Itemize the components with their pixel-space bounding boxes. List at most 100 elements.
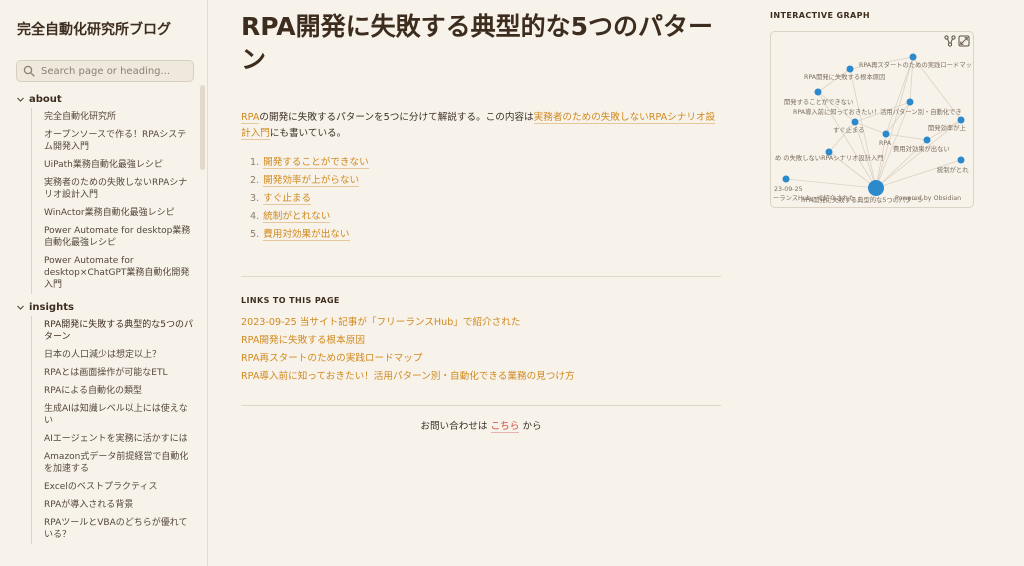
graph-node-label: 費用対効果が出ない [893,144,950,153]
folder-label: about [29,93,62,105]
search-box[interactable] [16,60,194,82]
graph-controls [944,35,970,47]
graph-canvas[interactable]: RPA再スタートのための実践ロードマップ RPA開発に失敗する根本原因開発すること… [771,32,974,208]
graph-node[interactable] [882,130,890,138]
list-link[interactable]: 開発効率が上がらない [263,175,360,187]
graph-edge [817,91,856,123]
backlink-item: RPA開発に失敗する根本原因 [241,332,575,350]
sidebar-item[interactable]: Power Automate for desktop業務自動化最強レシピ [44,222,194,252]
folder-about[interactable]: about [0,90,200,108]
sidebar-item[interactable]: RPAとは画面操作が可能なETL [44,364,194,382]
graph-footer-label: Powered by Obsidian [895,195,961,202]
sidebar-item[interactable]: RPA開発に失敗する典型的な5つのパターン [44,316,194,346]
graph-node[interactable] [906,98,914,106]
page-title: RPA開発に失敗する典型的な5つのパターン [241,12,714,74]
list-number: 4. [250,211,260,222]
footer: お問い合わせは こちら から [241,418,721,433]
list-item: 2. 開発効率が上がらない [250,172,369,190]
graph-edge [885,101,911,135]
sidebar-item[interactable]: RPAツールとVBAのどちらが優れている？ [44,514,194,544]
site-title[interactable]: 完全自動化研究所ブログ [17,19,171,39]
footer-prefix: お問い合わせは [420,421,488,432]
sidebar-item[interactable]: Excelのベストプラクティス [44,478,194,496]
sidebar-item[interactable]: 生成AIは知識レベル以上には使えない [44,400,194,430]
list-number: 1. [250,157,260,168]
graph-node-label: め の失敗しないRPAシナリオ設計入門 [775,153,884,162]
global-graph-icon[interactable] [944,35,956,47]
graph-node-label: 23-09-25 [774,186,803,193]
backlink[interactable]: RPA再スタートのための実践ロードマップ [241,353,423,364]
sidebar-item[interactable]: UiPath業務自動化最強レシピ [44,156,194,174]
graph-node[interactable] [782,175,790,183]
graph-node-label: RPA [879,140,892,147]
contact-link[interactable]: こちら [490,421,520,433]
folder-items: 完全自動化研究所 オープンソースで作る！RPAシステム開発入門 UiPath業務自動… [31,108,200,294]
graph-edge [875,159,962,189]
graph-title: INTERACTIVE GRAPH [770,11,870,20]
graph-node[interactable] [868,180,884,196]
backlink-item: 2023-09-25 当サイト記事が「フリーランスHub」で紹介された [241,314,575,332]
sidebar-item[interactable]: Power Automate for desktop×ChatGPT業務自動化開… [44,252,194,294]
graph-node[interactable] [923,136,931,144]
list-item: 3. すぐ止まる [250,190,369,208]
list-link[interactable]: すぐ止まる [263,193,312,205]
sidebar-item[interactable]: オープンソースで作る！RPAシステム開発入門 [44,126,194,156]
footer-suffix: から [522,421,542,432]
folder-items: RPA開発に失敗する典型的な5つのパターン 日本の人口減少は想定以上？ RPAとは画… [31,316,200,544]
graph-node[interactable] [909,53,917,61]
graph-node[interactable] [957,156,965,164]
list-link[interactable]: 費用対効果が出ない [263,229,350,241]
divider [241,276,721,277]
backlink-item: RPA導入前に知っておきたい！活用パターン別・自動化できる業務の見つけ方 [241,368,575,386]
sidebar-item[interactable]: AIエージェントを実務に活かすには [44,430,194,448]
graph-node-label: すぐ止まる [833,125,864,134]
chevron-down-icon [17,305,24,310]
graph-node[interactable] [851,118,859,126]
graph-node-label: 統制がとれ [937,165,969,174]
backlink-item: RPA再スタートのための実践ロードマップ [241,350,575,368]
backlink[interactable]: RPA開発に失敗する根本原因 [241,335,365,346]
search-icon [23,65,35,77]
list-item: 1. 開発することができない [250,154,369,172]
expand-graph-icon[interactable] [958,35,970,47]
backlinks-title: LINKS TO THIS PAGE [241,296,340,305]
graph-node-label: 開発することができない [784,97,853,106]
graph-node[interactable] [846,65,854,73]
sidebar-item[interactable]: Amazon式データ前提経営で自動化を加速する [44,448,194,478]
list-item: 5. 費用対効果が出ない [250,226,369,244]
graph-node[interactable] [957,116,965,124]
intro-link-rpa[interactable]: RPA [241,112,260,124]
graph-node[interactable] [814,88,822,96]
intro-text-2: にも書いている。 [269,128,347,139]
sidebar-item[interactable]: 完全自動化研究所 [44,108,194,126]
interactive-graph[interactable]: RPA再スタートのための実践ロードマップ RPA開発に失敗する根本原因 開発すること… [770,31,974,208]
sidebar-item[interactable]: 日本の人口減少は想定以上？ [44,346,194,364]
list-link[interactable]: 統制がとれない [263,211,331,223]
sidebar-item[interactable]: 実務者のための失敗しないRPAシナリオ設計入門 [44,174,194,204]
sidebar-item[interactable]: RPAが導入される背景 [44,496,194,514]
divider [241,405,721,406]
sidebar-scrollbar[interactable] [200,85,205,170]
intro-paragraph: RPAの開発に失敗するパターンを5つに分けて解説する。この内容は実務者のための失… [241,110,721,142]
graph-node-label: RPA導入前に知っておきたい！活用パターン別・自動化でき [793,107,962,116]
sidebar-item[interactable]: RPAによる自動化の類型 [44,382,194,400]
list-number: 3. [250,193,260,204]
sidebar-item[interactable]: WinActor業務自動化最強レシピ [44,204,194,222]
search-input[interactable] [41,65,181,77]
backlink[interactable]: 2023-09-25 当サイト記事が「フリーランスHub」で紹介された [241,317,520,328]
chevron-down-icon [17,97,24,102]
list-link[interactable]: 開発することができない [263,157,369,169]
graph-node-label: 開発効率が上 [928,123,966,132]
graph-edge [885,133,928,141]
folder-label: insights [29,301,74,313]
graph-edge [817,91,877,189]
list-number: 5. [250,229,260,240]
backlink[interactable]: RPA導入前に知っておきたい！活用パターン別・自動化できる業務の見つけ方 [241,371,575,382]
folder-insights[interactable]: insights [0,298,200,316]
backlinks-list: 2023-09-25 当サイト記事が「フリーランスHub」で紹介された RPA開… [241,314,575,386]
graph-node-label: RPA再スタートのための実践ロードマップ [859,60,974,69]
list-item: 4. 統制がとれない [250,208,369,226]
pattern-list: 1. 開発することができない 2. 開発効率が上がらない 3. すぐ止まる 4. 統制が… [250,154,369,244]
list-number: 2. [250,175,260,186]
intro-text-1: の開発に失敗するパターンを5つに分けて解説する。この内容は [259,112,534,123]
